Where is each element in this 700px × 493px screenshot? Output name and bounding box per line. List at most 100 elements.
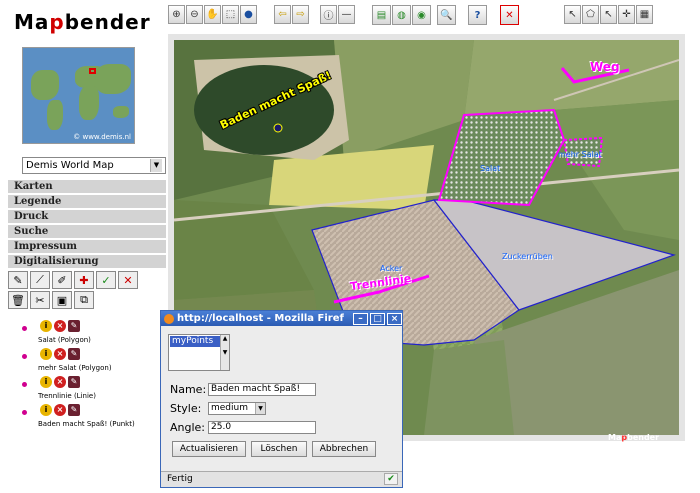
update-button[interactable]: Actualisieren [172,441,246,457]
misc-tools: 🔍 [437,5,456,25]
edit-icon[interactable]: ✎ [68,376,80,388]
overview-map[interactable]: © www.demis.nl [22,47,135,144]
accordion-item-impressum[interactable]: Impressum [8,240,166,253]
continent-shape [47,100,63,130]
style-select[interactable]: medium ▼ [208,402,266,415]
status-text: Fertig [167,474,193,484]
delete-icon[interactable]: × [54,376,66,388]
edit-icon[interactable]: ✎ [68,404,80,416]
continent-shape [95,64,131,94]
continent-shape [79,86,99,120]
layers-icon[interactable]: ◍ [392,5,411,25]
map-label-weg: Weg [590,60,620,74]
delete-icon[interactable]: × [54,320,66,332]
digitize-toolbar: ✎ ⟋ ✐ ✚ ✓ ✕ 🗑 ✂ ▣ ⧉ [8,271,158,309]
listbox-scrollbar[interactable]: ▲ ▼ [220,335,229,370]
select-polygon-icon[interactable]: ⬠ [582,5,599,24]
measure-icon[interactable]: — [338,5,355,24]
delete-icon[interactable]: × [54,348,66,360]
crosshair-icon[interactable]: ✛ [618,5,635,24]
map-label-salat: Salat [480,164,501,173]
angle-field[interactable]: 25.0 [208,421,316,434]
history-tools: ⇦ ⇨ [274,5,309,24]
list-item: i × ✎ Trennlinie (Linie) [22,376,166,404]
delete-button[interactable]: Löschen [251,441,307,457]
pan-hand-icon[interactable]: ✋ [204,5,221,24]
continent-shape [113,106,129,118]
draw-line-icon[interactable]: ⟋ [30,271,50,289]
angle-label: Angle: [170,421,206,434]
mapbender-logo: Mapbender [14,10,151,34]
edit-icon[interactable]: ✎ [68,320,80,332]
window-titlebar[interactable]: http://localhost - Mozilla Firef – □ × [161,311,402,326]
feature-bullet [22,354,27,359]
wms-load-icon[interactable]: ◉ [412,5,431,25]
style-label: Style: [170,402,202,415]
select-point-icon[interactable]: ↖ [600,5,617,24]
accordion-item-digitalisierung[interactable]: Digitalisierung [8,255,166,268]
overview-extent-box[interactable] [89,68,96,74]
move-vertex-icon[interactable]: ✚ [74,271,94,289]
feature-bullet [22,326,27,331]
digitized-feature-list: i × ✎ Salat (Polygon) i × ✎ mehr Salat (… [22,320,166,432]
minimize-icon[interactable]: – [353,312,368,325]
delete-vertex-icon[interactable]: ✕ [118,271,138,289]
navigation-tools: ⊕ ⊖ ✋ ⬚ ● [168,5,257,24]
list-item: i × ✎ Baden macht Spaß! (Punkt) [22,404,166,432]
status-ok-icon: ✔ [384,473,398,485]
history-back-icon[interactable]: ⇦ [274,5,291,24]
window-title: http://localhost - Mozilla Firef [177,313,344,324]
map-toolbar: ⊕ ⊖ ✋ ⬚ ● ⇦ ⇨ ⓘ — ▤ ◍ ◉ 🔍 ? ✕ ↖ ⬠ ↖ ✛ ▦ [168,5,698,27]
style-select-value: medium [211,403,248,413]
accordion-item-suche[interactable]: Suche [8,225,166,238]
list-item: i × ✎ mehr Salat (Polygon) [22,348,166,376]
maximize-icon[interactable]: □ [370,312,385,325]
feature-attribute-window: http://localhost - Mozilla Firef – □ × m… [160,310,403,488]
zoom-in-icon[interactable]: ⊕ [168,5,185,24]
window-statusbar: Fertig ✔ [161,471,402,487]
edit-icon[interactable]: ✎ [68,348,80,360]
help-icon[interactable]: ? [468,5,487,25]
map-selector-value: Demis World Map [26,160,114,171]
merge-icon[interactable]: ▣ [52,291,72,309]
info-icon[interactable]: i [40,376,52,388]
map-selector[interactable]: Demis World Map ▼ [22,157,166,174]
angle-row: Angle: 25.0 [170,421,316,434]
name-label: Name: [170,383,207,396]
accordion-item-druck[interactable]: Druck [8,210,166,223]
cancel-button[interactable]: Abbrechen [312,441,376,457]
search-icon[interactable]: 🔍 [437,5,456,25]
select-tools: ↖ ⬠ ↖ ✛ ▦ [564,5,653,24]
scissors-icon[interactable]: ✂ [30,291,50,309]
draw-polygon-icon[interactable]: ✐ [52,271,72,289]
feature-info-icon[interactable]: ⓘ [320,5,337,24]
close-icon[interactable]: ✕ [500,5,519,25]
name-field[interactable]: Baden macht Spaß! [208,383,316,396]
zoom-out-icon[interactable]: ⊖ [186,5,203,24]
close-window-icon[interactable]: × [387,312,402,325]
map-label-acker: Acker [380,264,403,273]
history-forward-icon[interactable]: ⇨ [292,5,309,24]
firefox-icon [164,313,174,324]
feature-bullet [22,382,27,387]
feature-label: mehr Salat (Polygon) [38,364,112,372]
legend-icon[interactable]: ▤ [372,5,391,25]
layer-listbox[interactable]: myPoints ▲ ▼ [168,334,230,371]
query-tools: ⓘ — [320,5,355,24]
trash-icon[interactable]: 🗑 [8,291,28,309]
map-watermark-logo: Mapbender [608,433,660,442]
info-icon[interactable]: i [40,348,52,360]
info-icon[interactable]: i [40,404,52,416]
split-icon[interactable]: ⧉ [74,291,94,309]
delete-icon[interactable]: × [54,404,66,416]
accordion-item-legende[interactable]: Legende [8,195,166,208]
info-icon[interactable]: i [40,320,52,332]
feature-bullet [22,410,27,415]
globe-icon[interactable]: ● [240,5,257,24]
add-vertex-icon[interactable]: ✓ [96,271,116,289]
accordion-item-karten[interactable]: Karten [8,180,166,193]
zoom-box-icon[interactable]: ⬚ [222,5,239,24]
select-arrow-icon[interactable]: ↖ [564,5,581,24]
select-grid-icon[interactable]: ▦ [636,5,653,24]
draw-point-icon[interactable]: ✎ [8,271,28,289]
